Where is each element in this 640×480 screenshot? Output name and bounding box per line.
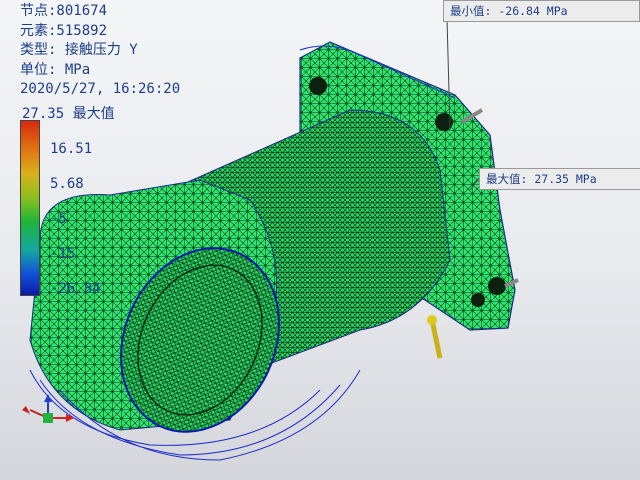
result-type: 类型: 接触压力 Y [20,42,138,58]
result-info-panel: 节点:801674 元素:515892 类型: 接触压力 Y 单位: MPa 2… [20,2,240,100]
node-id: 节点:801674 [20,3,108,19]
legend-tick: -5 [50,211,67,227]
legend-tick: -15 [50,246,76,262]
pin [429,319,443,359]
color-legend-bar [20,120,40,296]
legend-tick: 16.51 [50,141,93,157]
max-value-callout[interactable]: 最大值: 27.35 MPa [479,168,640,190]
min-value-callout[interactable]: 最小值: -26.84 MPa [443,0,640,22]
legend-tick: -26.84 [50,281,101,297]
pin-head [427,315,437,325]
unit-label: 单位: MPa [20,61,91,78]
element-id: 元素:515892 [20,22,108,39]
legend-tick: 5.68 [50,176,84,192]
timestamp: 2020/5/27, 16:26:20 [20,81,181,97]
